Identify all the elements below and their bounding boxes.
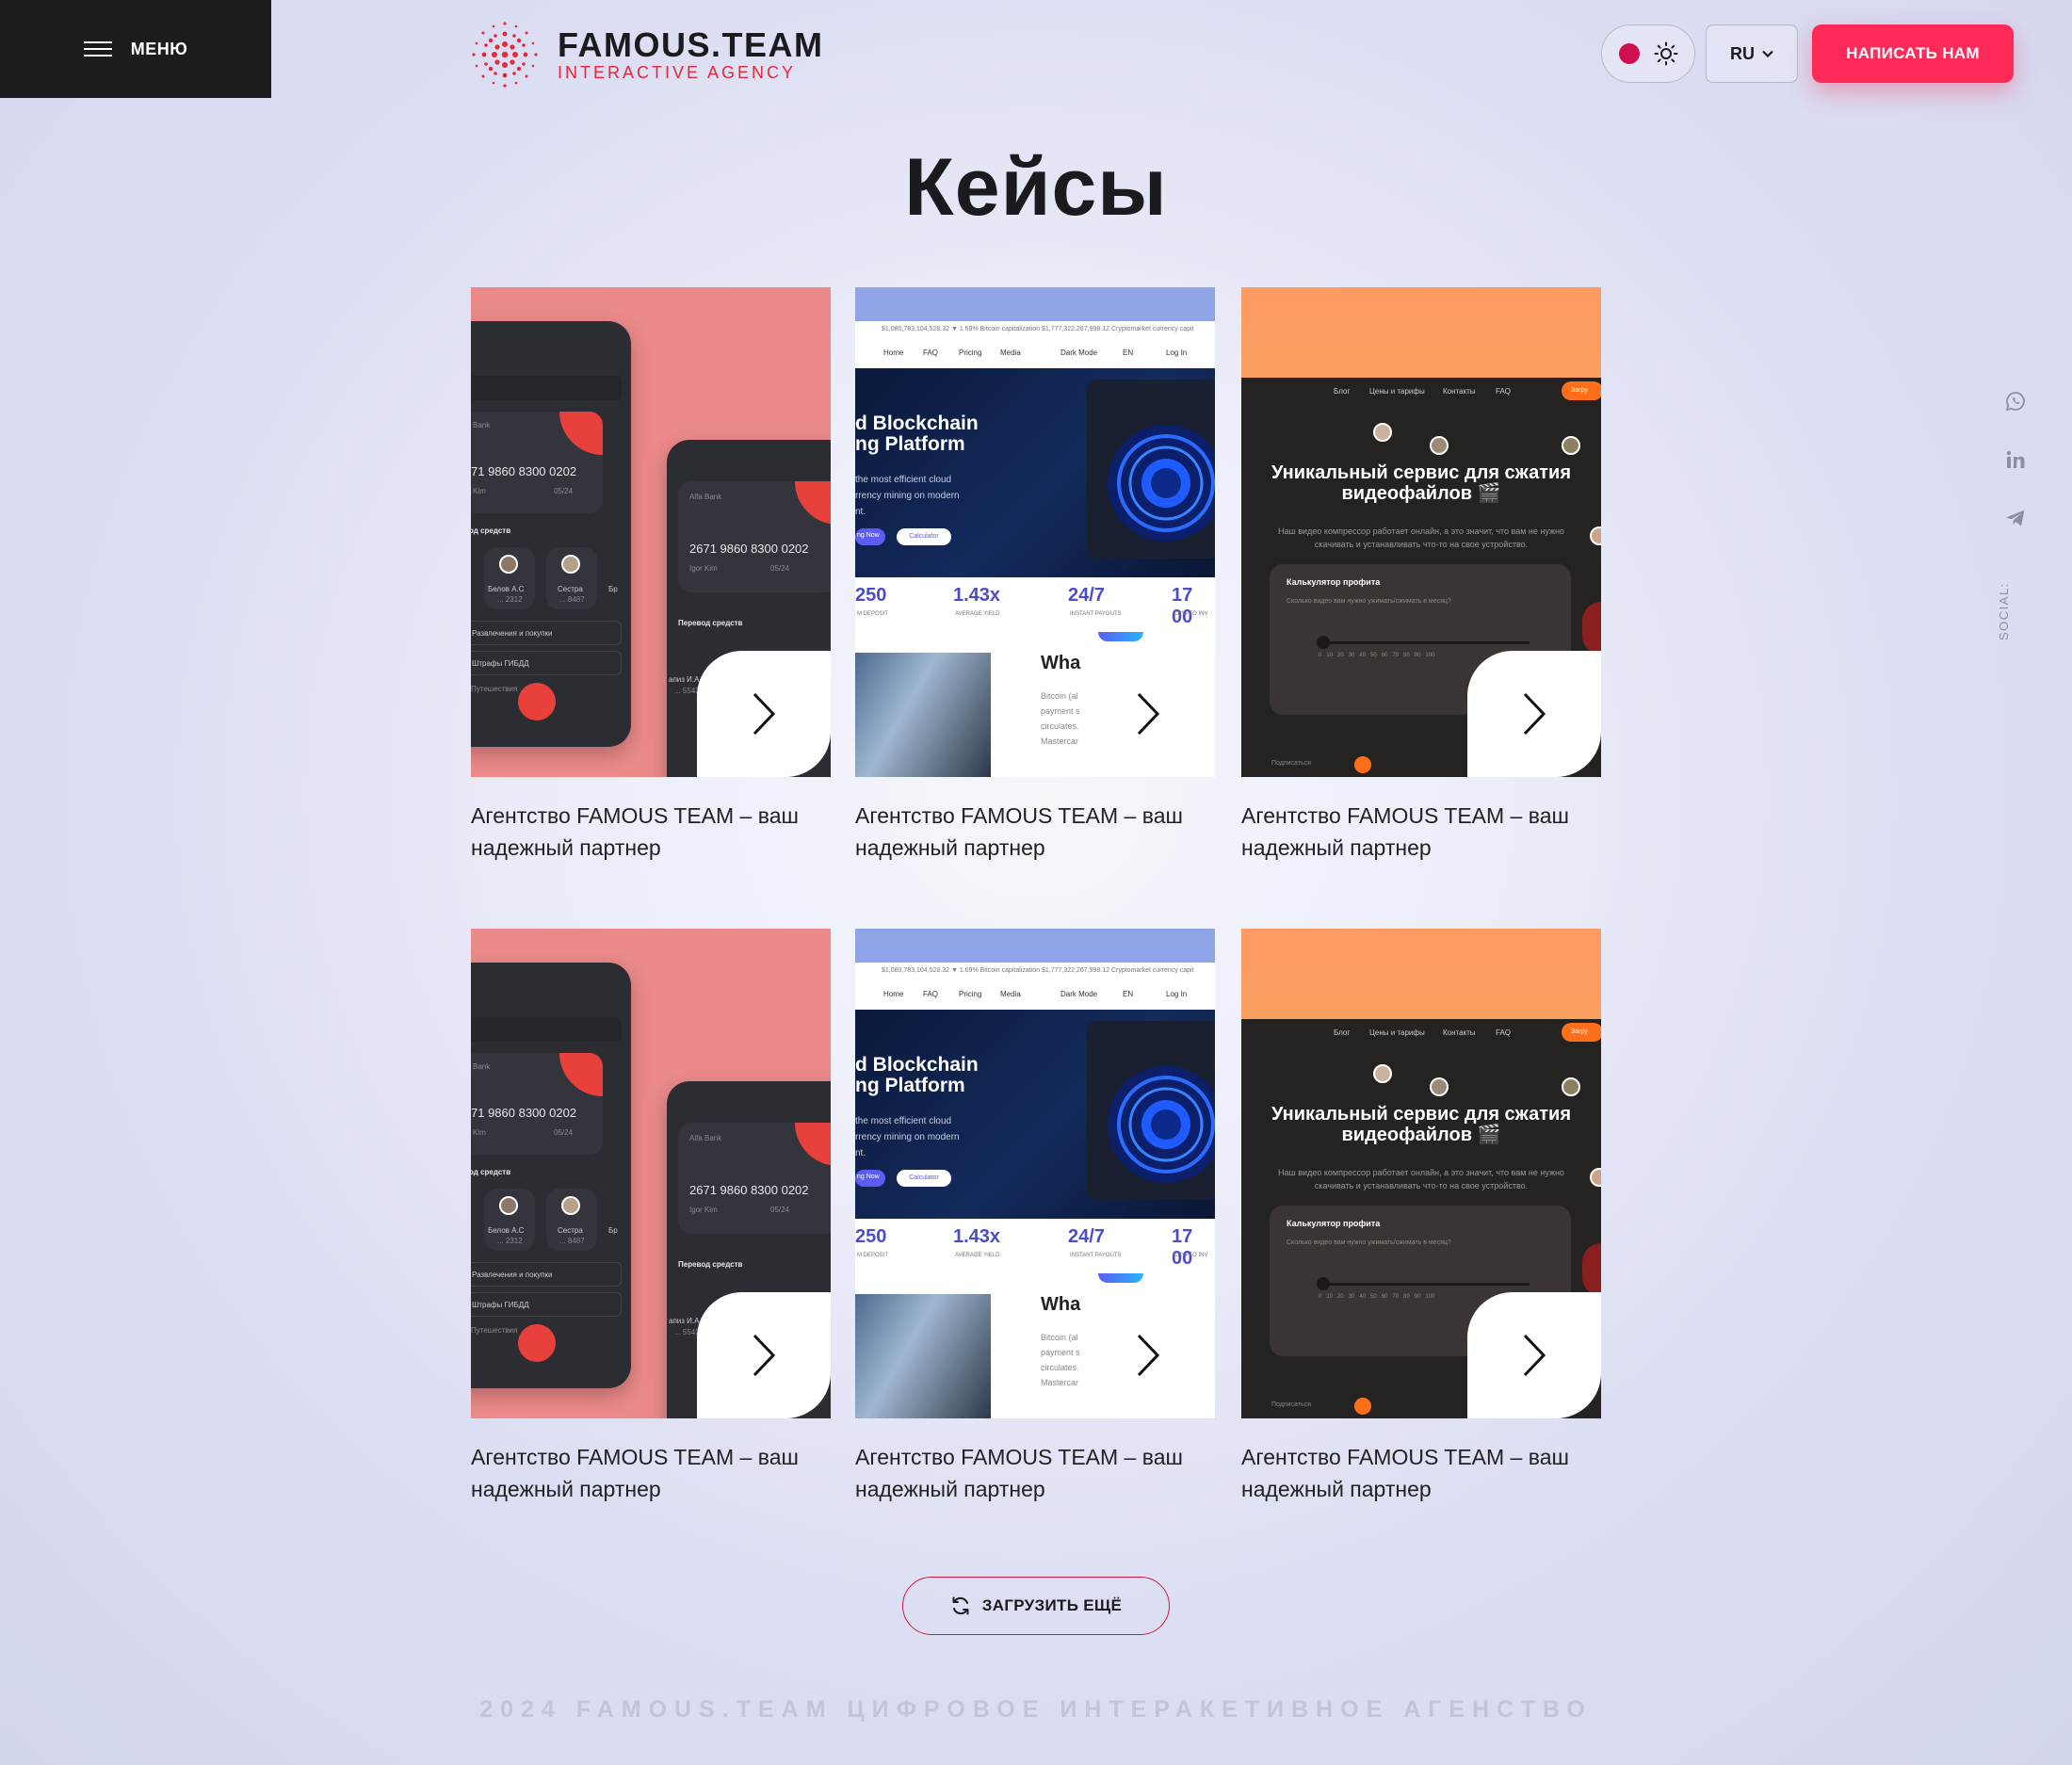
case-image-video-compressor: Блог Цены и тарифы Контакты FAQ Загру Уника…: [1241, 929, 1601, 1418]
chevron-right-icon: [1523, 692, 1546, 736]
social-links: [1997, 390, 2034, 529]
case-card[interactable]: Bank 71 9860 8300 0202 Kim 05/24 од сред…: [471, 287, 831, 864]
logo-subtitle: INTERACTIVE AGENCY: [558, 63, 797, 82]
case-caption[interactable]: Агентство FAMOUS TEAM – ваш надежный пар…: [471, 800, 831, 864]
mining-device-image: [1087, 1021, 1215, 1200]
menu-button[interactable]: МЕНЮ: [0, 0, 271, 98]
chevron-right-icon: [1137, 1334, 1160, 1377]
hamburger-icon: [83, 41, 112, 57]
sun-icon: [1654, 41, 1677, 66]
case-card[interactable]: $1,080,783,104,528.32 ▼ 1.69% Bitcoin ca…: [855, 287, 1215, 864]
logo-title: FAMOUS.TEAM: [558, 25, 824, 64]
contact-us-button[interactable]: НАПИСАТЬ НАМ: [1812, 24, 2014, 83]
chevron-down-icon: [1762, 50, 1773, 57]
open-case-button[interactable]: [1081, 1292, 1215, 1418]
social-label: SOCIAL:: [1997, 582, 2011, 640]
mining-device-image: [1087, 380, 1215, 559]
case-image-bank-app: Bank 71 9860 8300 0202 Kim 05/24 од сред…: [471, 287, 831, 777]
footer-text: 2024 FAMOUS.TEAM ЦИФРОВОЕ ИНТЕРАКЕТИВНОЕ…: [479, 1696, 1593, 1723]
case-image-blockchain: $1,080,783,104,528.32 ▼ 1.69% Bitcoin ca…: [855, 929, 1215, 1418]
logo-mark-icon: [472, 22, 538, 88]
case-card[interactable]: Bank 71 9860 8300 0202 Kim 05/24 од сред…: [471, 929, 831, 1505]
logo[interactable]: FAMOUS.TEAM INTERACTIVE AGENCY: [469, 19, 824, 90]
whatsapp-icon[interactable]: [2004, 390, 2027, 413]
page-title: Кейсы: [904, 142, 1168, 233]
refresh-icon: [952, 1596, 969, 1615]
chevron-right-icon: [753, 1334, 776, 1377]
theme-toggle[interactable]: [1601, 24, 1695, 83]
case-caption[interactable]: Агентство FAMOUS TEAM – ваш надежный пар…: [471, 1441, 831, 1505]
theme-indicator-dot: [1618, 43, 1640, 64]
person-photo: [855, 653, 991, 777]
language-value: RU: [1730, 43, 1755, 63]
case-caption[interactable]: Агентство FAMOUS TEAM – ваш надежный пар…: [1241, 800, 1601, 864]
case-card[interactable]: Блог Цены и тарифы Контакты FAQ Загру Уника…: [1241, 287, 1601, 864]
case-image-bank-app: Bank 71 9860 8300 0202 Kim 05/24 од сред…: [471, 929, 831, 1418]
person-photo: [855, 1294, 991, 1418]
telegram-icon[interactable]: [2004, 507, 2027, 529]
case-caption[interactable]: Агентство FAMOUS TEAM – ваш надежный пар…: [1241, 1441, 1601, 1505]
load-more-label: ЗАГРУЗИТЬ ЕЩЁ: [981, 1596, 1123, 1614]
menu-label: МЕНЮ: [130, 39, 188, 58]
chevron-right-icon: [753, 692, 776, 736]
case-caption[interactable]: Агентство FAMOUS TEAM – ваш надежный пар…: [855, 800, 1215, 864]
open-case-button[interactable]: [697, 651, 831, 777]
chevron-right-icon: [1137, 692, 1160, 736]
case-card[interactable]: Блог Цены и тарифы Контакты FAQ Загру Уника…: [1241, 929, 1601, 1505]
chevron-right-icon: [1523, 1334, 1546, 1377]
case-image-video-compressor: Блог Цены и тарифы Контакты FAQ Загру Уника…: [1241, 287, 1601, 777]
language-select[interactable]: RU: [1706, 24, 1798, 83]
open-case-button[interactable]: [1081, 651, 1215, 777]
open-case-button[interactable]: [1467, 1292, 1601, 1418]
linkedin-icon[interactable]: [2004, 448, 2027, 471]
phone-mockup: Bank 71 9860 8300 0202 Kim 05/24 од сред…: [471, 963, 631, 1388]
open-case-button[interactable]: [697, 1292, 831, 1418]
phone-mockup: Bank 71 9860 8300 0202 Kim 05/24 од сред…: [471, 321, 631, 747]
open-case-button[interactable]: [1467, 651, 1601, 777]
load-more-button[interactable]: ЗАГРУЗИТЬ ЕЩЁ: [902, 1577, 1170, 1635]
case-card[interactable]: $1,080,783,104,528.32 ▼ 1.69% Bitcoin ca…: [855, 929, 1215, 1505]
case-caption[interactable]: Агентство FAMOUS TEAM – ваш надежный пар…: [855, 1441, 1215, 1505]
case-image-blockchain: $1,080,783,104,528.32 ▼ 1.69% Bitcoin ca…: [855, 287, 1215, 777]
